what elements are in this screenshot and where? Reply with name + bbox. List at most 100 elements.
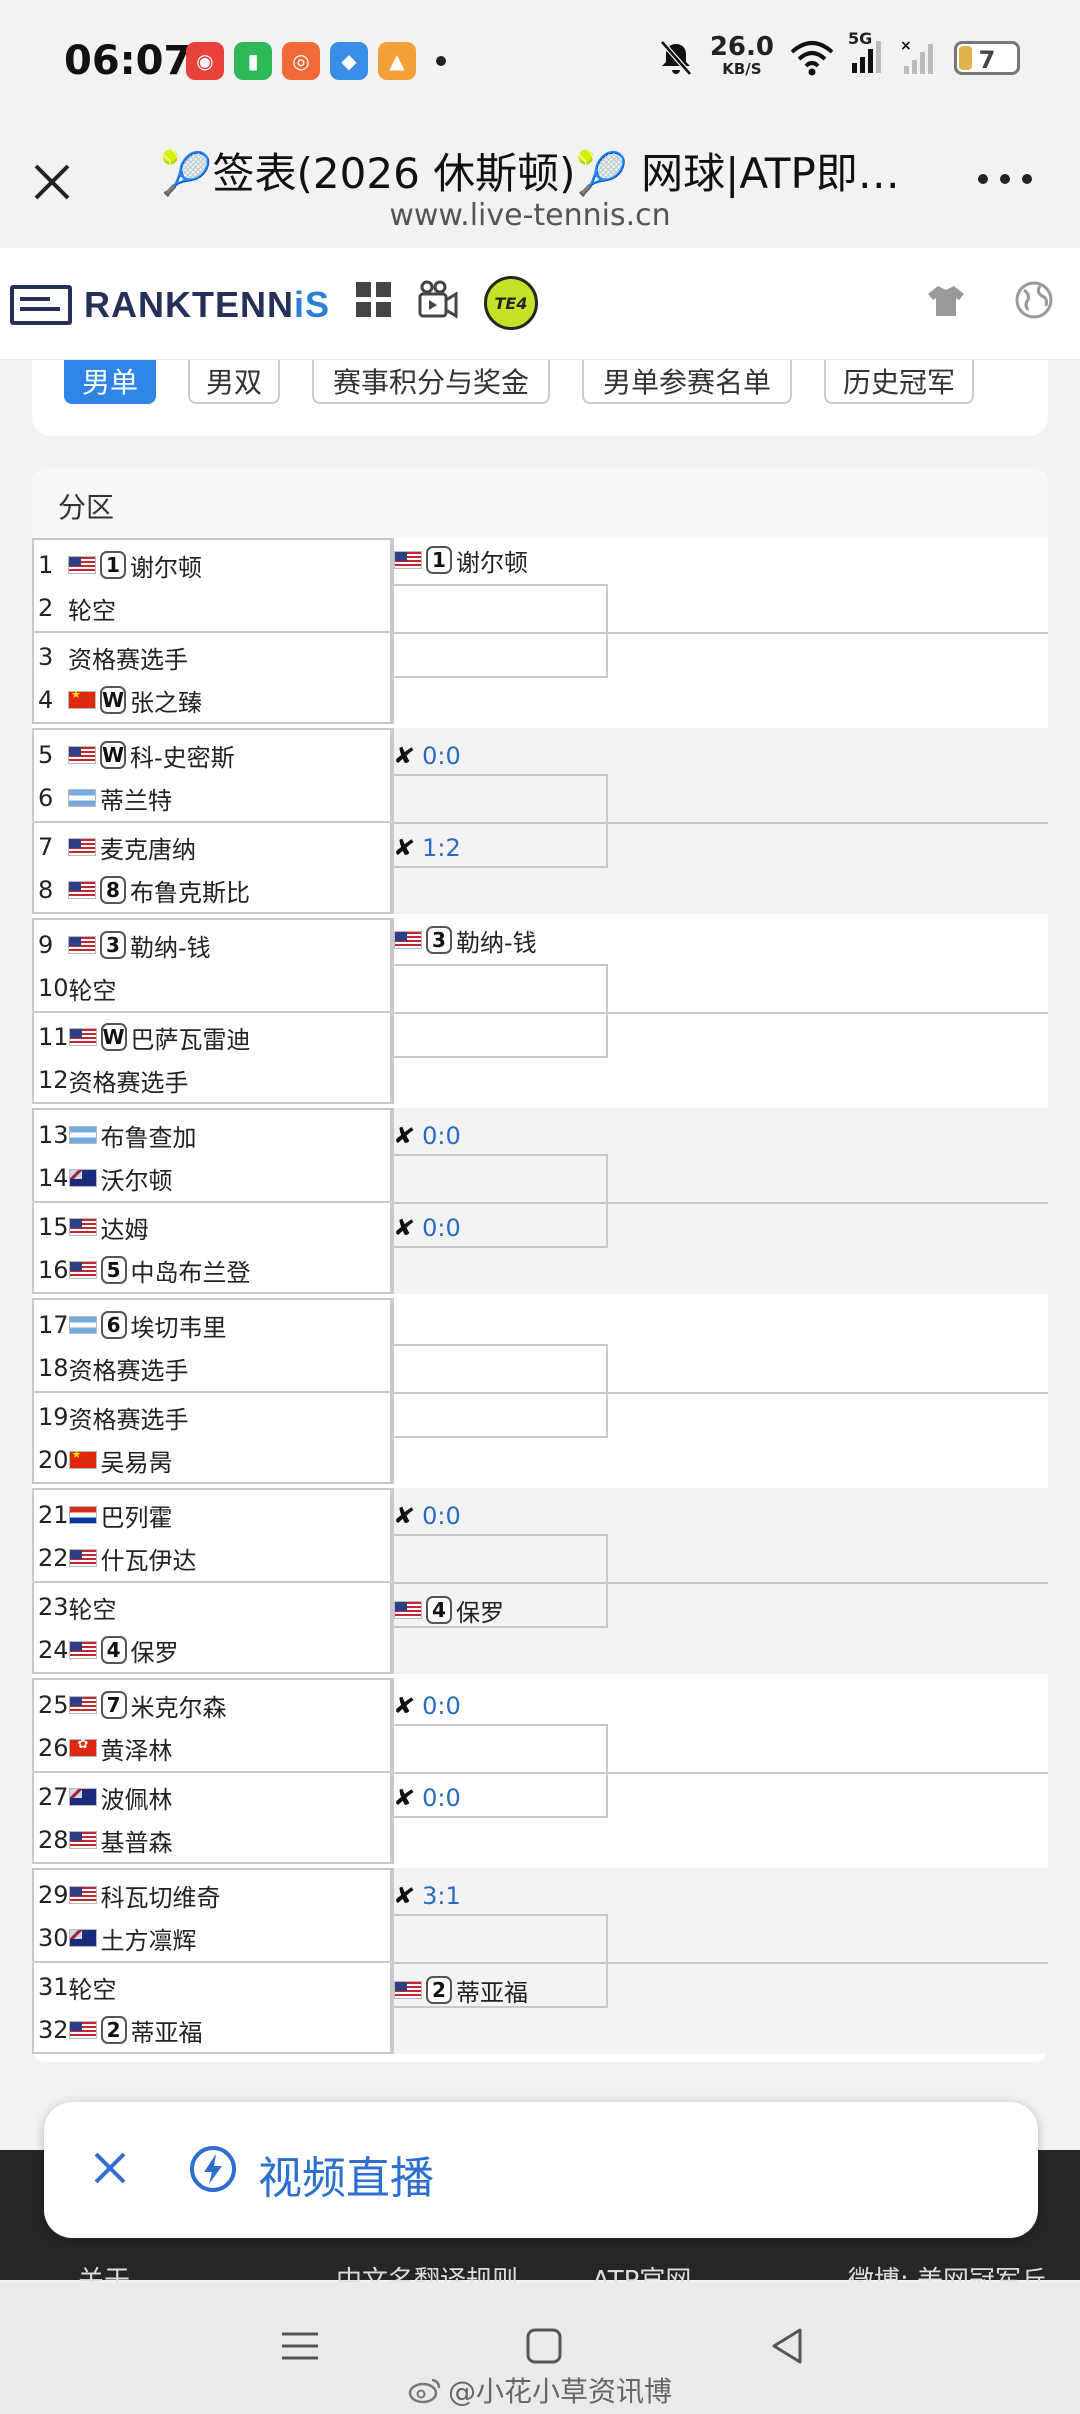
draw-position: 26 (38, 1734, 69, 1762)
player-row[interactable]: 14 沃尔顿 (34, 1155, 394, 1201)
pending-match-icon: ✘ (391, 1500, 417, 1532)
player-row[interactable]: 28 基普森 (34, 1817, 394, 1863)
match-score[interactable]: ✘ 3:1 (391, 1878, 461, 1914)
menu-icon[interactable] (276, 2322, 324, 2370)
match-score[interactable]: ✘ 0:0 (392, 1210, 461, 1246)
match-score[interactable]: ✘ 0:0 (392, 1118, 461, 1154)
draw-section: 176埃切韦里18资格赛选手19资格赛选手20吴易昺 (32, 1298, 1048, 1484)
flag-icon (68, 838, 96, 856)
tab-points-prize[interactable]: 赛事积分与奖金 (312, 360, 550, 404)
round2-player[interactable]: 3 勒纳-钱 (394, 922, 537, 958)
round2-player[interactable]: 1 谢尔顿 (394, 542, 528, 578)
player-row[interactable]: 9 3 勒纳-钱 (34, 922, 394, 968)
pending-match-icon: ✘ (391, 1880, 417, 1912)
match-score[interactable]: ✘ 1:2 (392, 830, 461, 866)
player-name: 资格赛选手 (68, 1356, 189, 1385)
close-icon[interactable] (30, 160, 74, 204)
player-row[interactable]: 11 W 巴萨瓦雷迪 (34, 1014, 394, 1060)
site-logo[interactable]: RANKTENNiS (10, 284, 330, 326)
match-score[interactable]: ✘ 0:0 (392, 1688, 461, 1724)
bracket-line (392, 774, 606, 776)
draw-position: 25 (38, 1691, 69, 1719)
player-row[interactable]: 12 资格赛选手 (34, 1057, 394, 1103)
globe-icon[interactable] (1012, 278, 1056, 322)
flag-icon (68, 1696, 97, 1714)
flag-icon (68, 1886, 97, 1904)
score-text[interactable]: 0:0 (422, 742, 461, 770)
shirt-icon[interactable] (924, 278, 968, 322)
round2-player[interactable]: 4 保罗 (394, 1592, 504, 1628)
player-row[interactable]: 8 8 布鲁克斯比 (34, 867, 394, 913)
footer-link-weibo[interactable]: 微博: 美网冠军丘 (848, 2260, 1047, 2282)
player-name: 土方凛辉 (100, 1926, 197, 1955)
video-camera-icon[interactable] (416, 278, 460, 322)
score-text[interactable]: 1:2 (422, 834, 461, 862)
player-row[interactable]: 17 6 埃切韦里 (34, 1302, 394, 1348)
app-icon: ▮ (234, 42, 272, 80)
player-name: 轮空 (68, 976, 117, 1005)
player-row[interactable]: 24 4 保罗 (34, 1627, 394, 1673)
player-row[interactable]: 32 2 蒂亚福 (34, 2007, 394, 2053)
player-row[interactable]: 26 黄泽林 (34, 1725, 394, 1771)
flag-icon (394, 1981, 422, 1999)
home-icon[interactable] (520, 2322, 568, 2370)
round2-player[interactable]: 2 蒂亚福 (394, 1972, 528, 2008)
match-score[interactable]: ✘ 0:0 (391, 1498, 461, 1534)
seed-badge: 2 (426, 1976, 452, 2004)
draw-position: 10 (38, 974, 69, 1002)
score-text[interactable]: 0:0 (422, 1502, 461, 1530)
footer-link-about[interactable]: 关于 (78, 2260, 130, 2282)
tab-entry-list[interactable]: 男单参赛名单 (582, 360, 792, 404)
player-row[interactable]: 31 轮空 (34, 1964, 394, 2010)
score-text[interactable]: 3:1 (422, 1882, 461, 1910)
player-row[interactable]: 6 蒂兰特 (34, 775, 394, 821)
draw-position: 12 (38, 1066, 69, 1094)
score-text[interactable]: 0:0 (422, 1214, 461, 1242)
player-row[interactable]: 5 W 科-史密斯 (34, 732, 394, 778)
footer-link-atp[interactable]: ATP官网 (592, 2260, 691, 2282)
player-row[interactable]: 4 W张之臻 (34, 677, 394, 723)
close-video-icon[interactable] (88, 2146, 132, 2190)
bracket-line (392, 1914, 606, 1916)
more-dots-icon[interactable] (978, 174, 1032, 186)
player-row[interactable]: 29 科瓦切维奇 (34, 1872, 394, 1918)
player-row[interactable]: 13 布鲁查加 (34, 1112, 394, 1158)
player-row[interactable]: 21 巴列霍 (34, 1492, 394, 1538)
flag-icon (68, 1126, 97, 1144)
watermark-text: @小花小草资讯博 (448, 2375, 673, 2408)
score-text[interactable]: 0:0 (422, 1692, 461, 1720)
score-text[interactable]: 0:0 (422, 1784, 461, 1812)
player-row[interactable]: 22 什瓦伊达 (34, 1535, 394, 1581)
player-row[interactable]: 3 资格赛选手 (34, 634, 394, 680)
player-row[interactable]: 25 7 米克尔森 (34, 1682, 394, 1728)
match-score[interactable]: ✘ 0:0 (392, 738, 461, 774)
player-row[interactable]: 10 轮空 (34, 965, 394, 1011)
tab-past-champions[interactable]: 历史冠军 (824, 360, 974, 404)
player-row[interactable]: 7 麦克唐纳 (34, 824, 394, 870)
draw-position: 6 (38, 784, 54, 812)
player-row[interactable]: 1 1 谢尔顿 (34, 542, 394, 588)
video-live-label[interactable]: 视频直播 (258, 2142, 434, 2206)
player-row[interactable]: 19 资格赛选手 (34, 1394, 394, 1440)
draw-position: 3 (38, 643, 54, 671)
grid-icon[interactable] (352, 278, 396, 322)
logo-text-part: RANKTENN (84, 284, 294, 325)
tab-men-doubles[interactable]: 男双 (188, 360, 280, 404)
player-name: 什瓦伊达 (100, 1546, 197, 1575)
footer-link-translation[interactable]: 中文名翻译规则 (336, 2260, 518, 2282)
score-text[interactable]: 0:0 (422, 1122, 461, 1150)
player-row[interactable]: 2 轮空 (34, 585, 394, 631)
page-url[interactable]: www.live-tennis.cn (150, 198, 910, 233)
player-row[interactable]: 16 5 中岛布兰登 (34, 1247, 394, 1293)
player-name: 勒纳-钱 (456, 928, 537, 957)
player-row[interactable]: 30 土方凛辉 (34, 1915, 394, 1961)
match-score[interactable]: ✘ 0:0 (392, 1780, 461, 1816)
te4-badge[interactable]: TE4 (484, 276, 538, 330)
back-icon[interactable] (764, 2322, 812, 2370)
player-row[interactable]: 15 达姆 (34, 1204, 394, 1250)
player-row[interactable]: 27 波佩林 (34, 1774, 394, 1820)
player-row[interactable]: 18 资格赛选手 (34, 1345, 394, 1391)
tab-men-singles[interactable]: 男单 (64, 360, 156, 404)
player-row[interactable]: 20 吴易昺 (34, 1437, 394, 1483)
player-row[interactable]: 23 轮空 (34, 1584, 394, 1630)
